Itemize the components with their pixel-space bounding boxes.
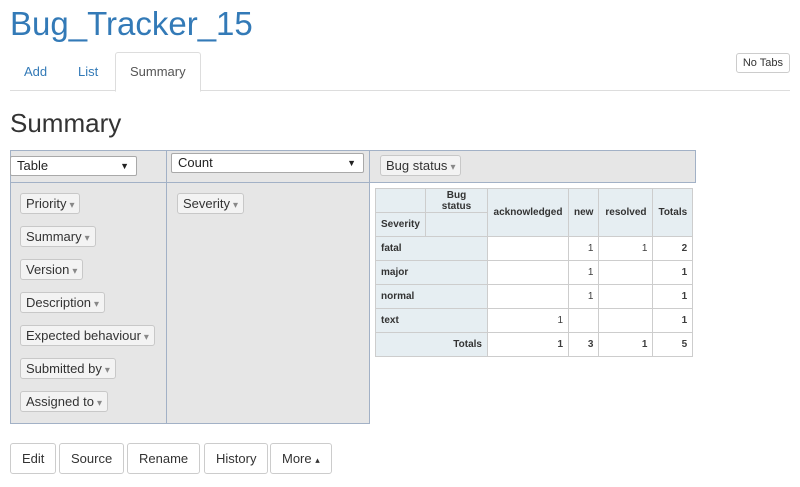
attr-summary[interactable]: Summary ▾ — [20, 226, 96, 247]
tab-add[interactable]: Add — [12, 52, 59, 91]
data-cell: 1 — [567, 236, 600, 261]
data-cell — [598, 284, 654, 309]
no-tabs-button[interactable]: No Tabs — [735, 53, 790, 73]
row-total: 1 — [652, 308, 694, 333]
row-total: 2 — [652, 236, 694, 261]
renderer-value: Table — [17, 158, 49, 173]
data-cell: 1 — [567, 284, 600, 309]
data-cell — [487, 260, 569, 285]
app-title: Bug_Tracker_15 — [10, 5, 253, 42]
source-button[interactable]: Source — [59, 443, 125, 474]
history-button[interactable]: History — [204, 443, 269, 474]
totals-row: Totals 1 3 1 5 — [375, 332, 694, 357]
renderer-select[interactable]: Table ▼ — [10, 156, 137, 176]
row-header-spacer — [425, 212, 488, 237]
filter-triangle-icon[interactable]: ▾ — [105, 365, 110, 376]
col-header: acknowledged — [487, 188, 569, 237]
data-cell: 1 — [598, 236, 654, 261]
col-total: 1 — [598, 332, 654, 357]
table-row: normal 1 1 — [375, 284, 694, 309]
row-attrs-cell — [166, 182, 370, 424]
totals-row-label: Totals — [375, 332, 488, 357]
row-attr-severity[interactable]: Severity ▾ — [177, 193, 244, 214]
corner-cell — [375, 188, 426, 213]
caret-up-icon: ▴ — [315, 455, 320, 465]
attr-description[interactable]: Description ▾ — [20, 292, 106, 313]
grand-total: 5 — [652, 332, 694, 357]
data-cell — [598, 308, 654, 333]
data-cell — [487, 236, 569, 261]
table-row: text 1 1 — [375, 308, 694, 333]
col-header: resolved — [598, 188, 654, 237]
pivot-result-table: Bug status acknowledged new resolved Tot… — [375, 188, 694, 357]
tab-summary[interactable]: Summary — [115, 52, 201, 92]
col-total: 3 — [567, 332, 600, 357]
filter-triangle-icon[interactable]: ▾ — [94, 299, 99, 310]
filter-triangle-icon[interactable]: ▾ — [450, 162, 455, 173]
attr-version[interactable]: Version ▾ — [20, 259, 84, 280]
aggregator-select[interactable]: Count ▼ — [171, 153, 364, 173]
row-label: text — [375, 308, 488, 333]
attr-assigned-to[interactable]: Assigned to ▾ — [20, 391, 108, 412]
attr-submitted-by[interactable]: Submitted by ▾ — [20, 358, 116, 379]
more-button[interactable]: More ▴ — [270, 443, 332, 474]
more-button-label: More — [282, 451, 312, 466]
filter-triangle-icon[interactable]: ▾ — [97, 398, 102, 409]
rename-button[interactable]: Rename — [127, 443, 201, 474]
filter-triangle-icon[interactable]: ▾ — [85, 233, 90, 244]
col-header: new — [567, 188, 600, 237]
table-row: major 1 1 — [375, 260, 694, 285]
row-total: 1 — [652, 260, 694, 285]
row-header-label: Severity — [375, 212, 426, 237]
column-attr-bug-status[interactable]: Bug status ▾ — [380, 155, 462, 176]
attr-expected-behaviour[interactable]: Expected behaviour ▾ — [20, 325, 155, 346]
data-cell — [487, 284, 569, 309]
section-title: Summary — [10, 108, 122, 138]
row-total: 1 — [652, 284, 694, 309]
view-tabs: Add List Summary — [10, 52, 790, 92]
filter-triangle-icon[interactable]: ▾ — [72, 266, 77, 277]
edit-button[interactable]: Edit — [10, 443, 57, 474]
row-label: normal — [375, 284, 488, 309]
col-header-label: Bug status — [425, 188, 488, 213]
row-label: fatal — [375, 236, 488, 261]
filter-triangle-icon[interactable]: ▾ — [144, 332, 149, 343]
data-cell — [567, 308, 600, 333]
chevron-down-icon: ▼ — [120, 161, 129, 171]
data-cell — [598, 260, 654, 285]
col-total: 1 — [487, 332, 569, 357]
row-label: major — [375, 260, 488, 285]
tab-list[interactable]: List — [66, 52, 110, 91]
data-cell: 1 — [567, 260, 600, 285]
filter-triangle-icon[interactable]: ▾ — [233, 200, 238, 211]
table-row: fatal 1 1 2 — [375, 236, 694, 261]
chevron-down-icon: ▼ — [347, 158, 356, 168]
aggregator-value: Count — [178, 155, 213, 170]
filter-triangle-icon[interactable]: ▾ — [69, 200, 74, 211]
attr-priority[interactable]: Priority ▾ — [20, 193, 81, 214]
totals-col-header: Totals — [652, 188, 694, 237]
data-cell: 1 — [487, 308, 569, 333]
